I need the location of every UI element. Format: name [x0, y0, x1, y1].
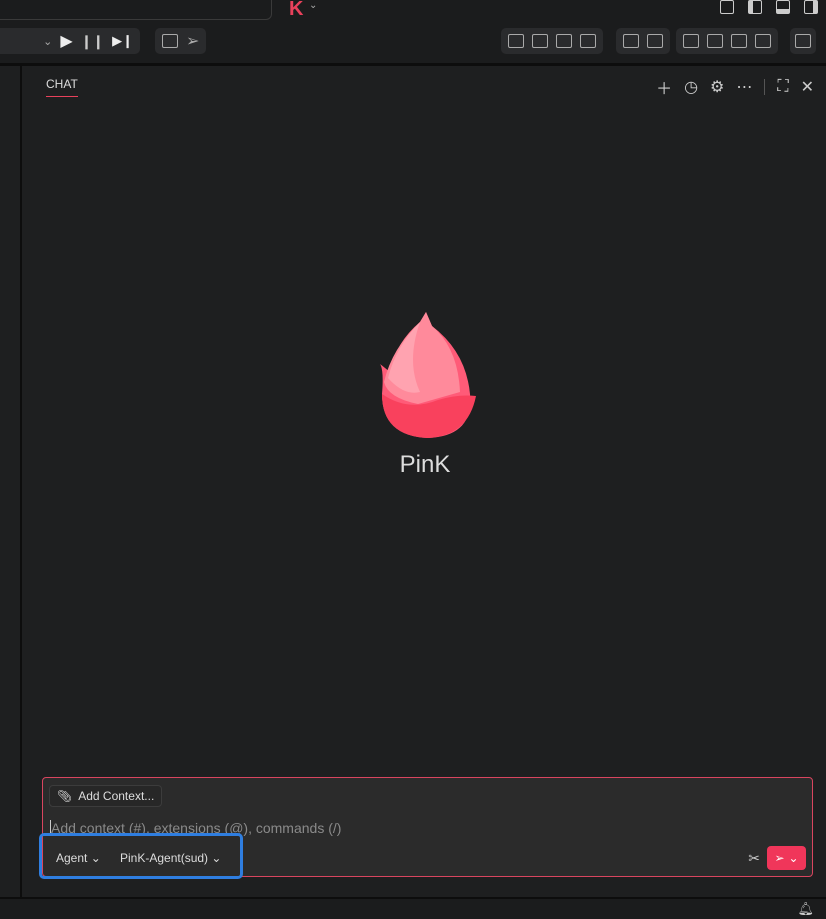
pause-icon[interactable]: ❙❙	[81, 33, 104, 50]
dropdown-chevron-icon[interactable]: ⌄	[43, 35, 52, 48]
divider	[764, 79, 766, 95]
tab-chat[interactable]: CHAT	[46, 77, 78, 97]
chat-panel: CHAT ＋ ◷ ⚙ ⋯ ⛶ ✕ PinK 📎︎ Add Context... …	[24, 66, 826, 897]
customize-layout-icon[interactable]	[720, 0, 734, 14]
toggle-panel-icon[interactable]	[776, 0, 790, 14]
app-logo: K	[289, 0, 304, 20]
tool-group-5	[676, 28, 778, 54]
agent-dropdown[interactable]: PinK-Agent(sud) ⌄	[120, 851, 221, 865]
play-icon[interactable]: ▶	[60, 31, 72, 51]
folder-edit-icon[interactable]	[683, 34, 699, 48]
user-icon[interactable]	[556, 34, 572, 48]
tool-group-4	[616, 28, 670, 54]
file-edit-icon[interactable]	[731, 34, 747, 48]
more-icon[interactable]: ⋯	[736, 77, 752, 97]
editor-area	[0, 66, 22, 897]
toggle-primary-sidebar-icon[interactable]	[748, 0, 762, 14]
chat-input-box: 📎︎ Add Context... Add context (#), exten…	[39, 777, 813, 879]
maximize-icon[interactable]: ⛶	[777, 78, 788, 96]
tool-group-3	[501, 28, 603, 54]
rce-icon[interactable]	[508, 34, 524, 48]
toggle-secondary-sidebar-icon[interactable]	[804, 0, 818, 14]
mail-icon[interactable]	[623, 34, 639, 48]
gear-icon[interactable]: ⚙	[710, 77, 724, 97]
edit-icon[interactable]	[647, 34, 663, 48]
title-bar: K ⌄ ⌄ ▶ ❙❙ ▶❙ ➢	[0, 0, 826, 63]
status-bar: 🔔︎	[0, 897, 826, 919]
step-icon[interactable]: ▶❙	[112, 33, 133, 49]
chevron-down-icon[interactable]: ⌄	[789, 851, 799, 865]
tool-group-2: ➢	[155, 28, 207, 54]
chip-icon[interactable]	[532, 34, 548, 48]
mode-dropdown[interactable]: Agent ⌄	[56, 851, 101, 865]
send-icon: ➢	[774, 851, 785, 865]
tool-group-6	[790, 28, 816, 54]
send-button[interactable]: ➢ ⌄	[767, 846, 806, 870]
tools-icon[interactable]: ✂	[748, 850, 760, 867]
history-icon[interactable]: ◷	[684, 77, 698, 97]
qr-icon[interactable]	[162, 34, 178, 48]
ad-icon[interactable]	[795, 34, 811, 48]
image-edit-icon[interactable]	[707, 34, 723, 48]
bell-icon[interactable]: 🔔︎	[797, 901, 814, 917]
paperclip-icon: 📎︎	[57, 789, 73, 803]
chevron-down-icon[interactable]: ⌄	[309, 0, 317, 11]
run-controls: ⌄ ▶ ❙❙ ▶❙	[0, 28, 140, 54]
send-icon[interactable]: ➢	[186, 31, 199, 51]
doc-edit-icon[interactable]	[755, 34, 771, 48]
command-center[interactable]	[0, 0, 272, 20]
brand-name: PinK	[399, 451, 451, 478]
add-context-button[interactable]: 📎︎ Add Context...	[49, 785, 163, 807]
close-icon[interactable]: ✕	[801, 77, 814, 97]
pink-logo	[380, 312, 476, 438]
file-icon[interactable]	[580, 34, 596, 48]
plus-icon[interactable]: ＋	[656, 75, 672, 99]
